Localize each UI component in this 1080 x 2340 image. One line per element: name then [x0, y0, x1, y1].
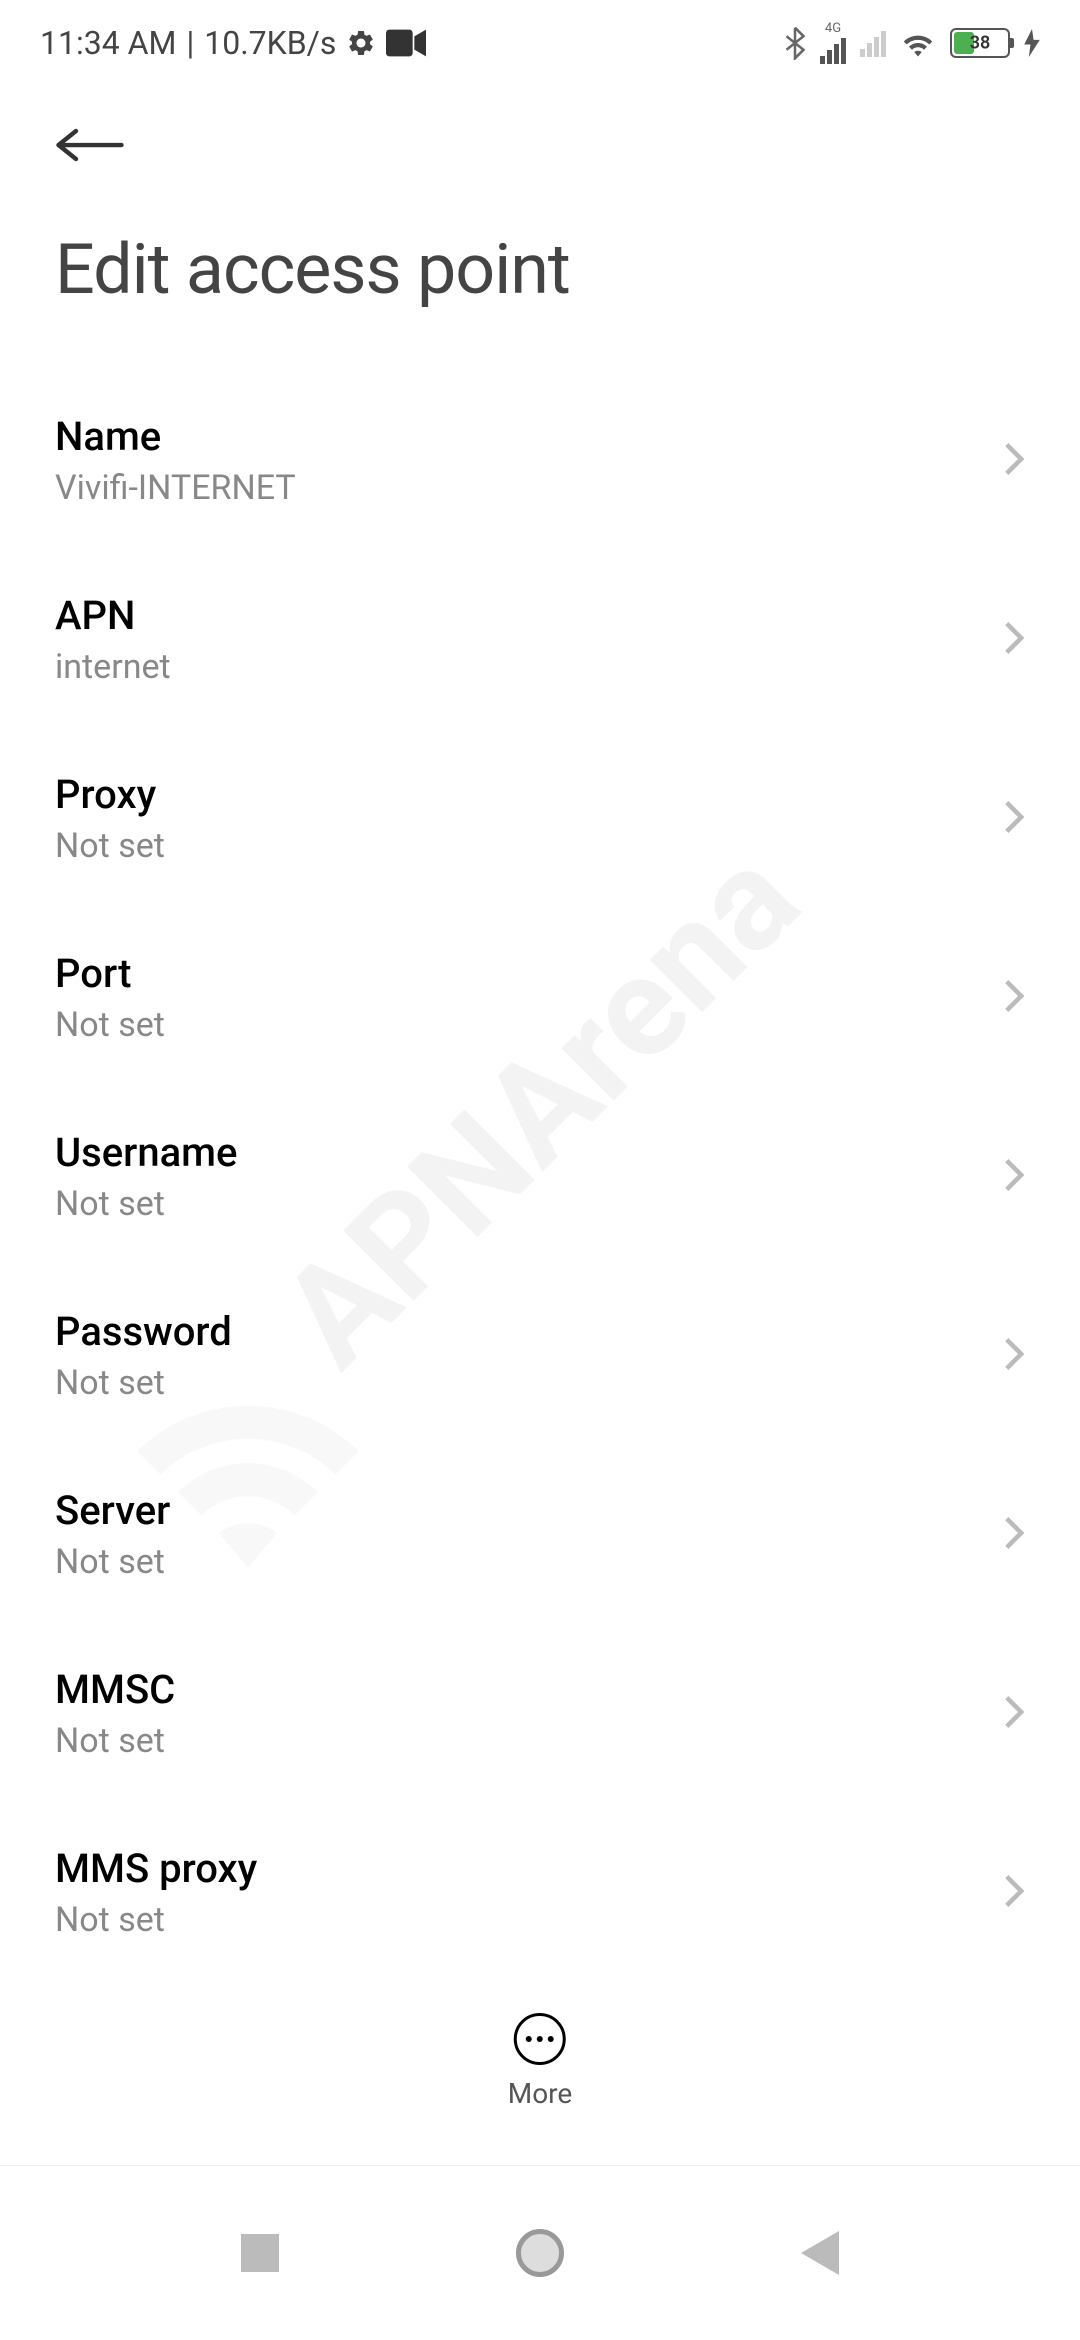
- chevron-right-icon: [1003, 1873, 1025, 1913]
- setting-value: Vivifi-INTERNET: [55, 468, 296, 508]
- setting-server[interactable]: Server Not set: [55, 1445, 1025, 1624]
- back-button[interactable]: [0, 85, 1080, 189]
- status-data-rate: 10.7KB/s: [204, 24, 336, 62]
- network-type-label: 4G: [825, 21, 841, 36]
- charging-icon: [1024, 29, 1040, 57]
- chevron-right-icon: [1003, 978, 1025, 1018]
- status-separator: |: [186, 24, 194, 62]
- setting-mmsc[interactable]: MMSC Not set: [55, 1624, 1025, 1803]
- setting-value: internet: [55, 647, 171, 687]
- chevron-right-icon: [1003, 1694, 1025, 1734]
- status-left: 11:34 AM | 10.7KB/s: [40, 24, 426, 62]
- status-time: 11:34 AM: [40, 24, 176, 62]
- more-button[interactable]: More: [488, 1993, 593, 2130]
- chevron-right-icon: [1003, 1336, 1025, 1376]
- square-icon: [241, 2234, 279, 2272]
- bluetooth-icon: [784, 26, 806, 60]
- battery-level: 38: [970, 32, 991, 53]
- setting-value: Not set: [55, 1184, 237, 1224]
- setting-value: Not set: [55, 1005, 165, 1045]
- signal-icon-2: [860, 29, 886, 57]
- setting-label: Server: [55, 1487, 170, 1534]
- setting-username[interactable]: Username Not set: [55, 1087, 1025, 1266]
- setting-value: Not set: [55, 1900, 257, 1940]
- setting-value: Not set: [55, 1542, 170, 1582]
- chevron-right-icon: [1003, 1515, 1025, 1555]
- circle-icon: [516, 2229, 564, 2277]
- chevron-right-icon: [1003, 620, 1025, 660]
- setting-label: Name: [55, 413, 296, 460]
- video-icon: [386, 29, 426, 57]
- signal-icon-1: [820, 36, 846, 64]
- status-right: 4G 38: [784, 21, 1040, 64]
- wifi-icon: [900, 29, 936, 57]
- setting-proxy[interactable]: Proxy Not set: [55, 729, 1025, 908]
- signal-1-group: 4G: [820, 21, 846, 64]
- triangle-icon: [801, 2231, 839, 2275]
- setting-label: Proxy: [55, 771, 165, 818]
- content-area: APNArena Edit access point Name Vivifi-I…: [0, 85, 1080, 2130]
- navigation-bar: [0, 2165, 1080, 2340]
- setting-mms-proxy[interactable]: MMS proxy Not set: [55, 1803, 1025, 1982]
- setting-value: Not set: [55, 1363, 232, 1403]
- setting-port[interactable]: Port Not set: [55, 908, 1025, 1087]
- setting-password[interactable]: Password Not set: [55, 1266, 1025, 1445]
- more-icon: [514, 2013, 566, 2065]
- settings-list: Name Vivifi-INTERNET APN internet Proxy …: [0, 371, 1080, 1982]
- setting-label: Username: [55, 1129, 237, 1176]
- nav-home-button[interactable]: [515, 2228, 565, 2278]
- page-title: Edit access point: [0, 189, 1080, 371]
- chevron-right-icon: [1003, 1157, 1025, 1197]
- battery-icon: 38: [950, 28, 1010, 58]
- nav-recents-button[interactable]: [235, 2228, 285, 2278]
- chevron-right-icon: [1003, 441, 1025, 481]
- setting-label: MMSC: [55, 1666, 175, 1713]
- gear-icon: [346, 28, 376, 58]
- setting-value: Not set: [55, 826, 165, 866]
- setting-label: MMS proxy: [55, 1845, 257, 1892]
- setting-value: Not set: [55, 1721, 175, 1761]
- nav-back-button[interactable]: [795, 2228, 845, 2278]
- status-bar: 11:34 AM | 10.7KB/s 4G: [0, 0, 1080, 85]
- setting-label: Password: [55, 1308, 232, 1355]
- setting-label: Port: [55, 950, 165, 997]
- more-label: More: [508, 2077, 573, 2110]
- setting-apn[interactable]: APN internet: [55, 550, 1025, 729]
- setting-name[interactable]: Name Vivifi-INTERNET: [55, 371, 1025, 550]
- chevron-right-icon: [1003, 799, 1025, 839]
- setting-label: APN: [55, 592, 171, 639]
